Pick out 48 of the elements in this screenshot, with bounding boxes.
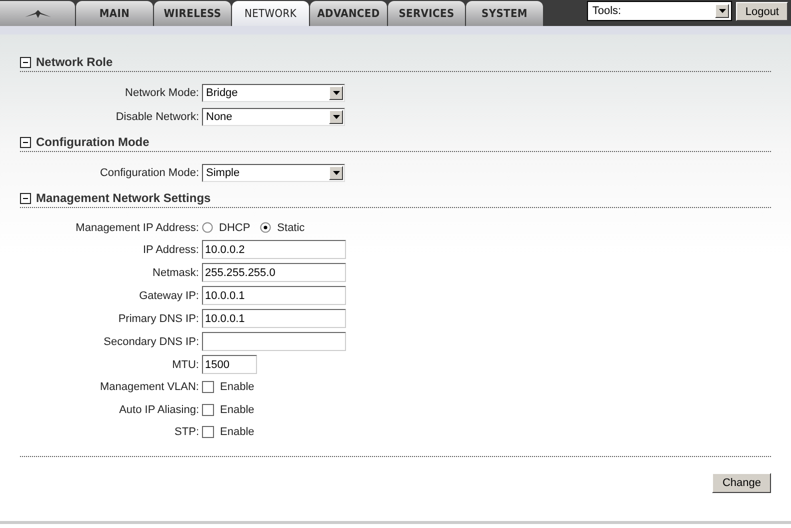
- nav-tab[interactable]: SERVICES: [388, 1, 465, 26]
- section-title: Management Network Settings: [36, 191, 211, 205]
- checkbox[interactable]: [202, 381, 214, 394]
- field-label: MTU:: [171, 358, 200, 370]
- field-label: Disable Network:: [114, 111, 200, 123]
- select-dropdown[interactable]: Simple: [202, 164, 345, 182]
- text-field[interactable]: 10.0.0.1: [202, 309, 346, 328]
- select-dropdown[interactable]: Bridge: [202, 84, 345, 102]
- collapse-icon[interactable]: [20, 136, 31, 148]
- antenna-logo-icon: [24, 10, 50, 18]
- field-label: Primary DNS IP:: [117, 312, 200, 324]
- text-field[interactable]: 255.255.255.0: [202, 263, 346, 282]
- radio-button[interactable]: [202, 222, 213, 233]
- text-field[interactable]: 1500: [202, 355, 257, 374]
- nav-tab[interactable]: MAIN: [76, 1, 153, 26]
- field-label: IP Address:: [142, 244, 200, 256]
- collapse-icon[interactable]: [20, 192, 31, 204]
- text-field[interactable]: 10.0.0.2: [202, 240, 346, 259]
- field-label: Auto IP Aliasing:: [118, 404, 200, 416]
- select-dropdown[interactable]: None: [202, 108, 345, 126]
- radio-label: Static: [277, 222, 305, 234]
- nav-tab[interactable]: NETWORK: [232, 1, 309, 26]
- checkbox-label: Enable: [220, 404, 254, 416]
- checkbox[interactable]: [202, 426, 214, 438]
- text-field[interactable]: [202, 332, 346, 351]
- field-label: STP:: [174, 426, 200, 438]
- tools-dropdown[interactable]: Tools:: [588, 2, 732, 20]
- field-label: Gateway IP:: [138, 290, 200, 302]
- text-field[interactable]: 10.0.0.1: [202, 286, 346, 305]
- change-button[interactable]: Change: [712, 472, 771, 492]
- checkbox[interactable]: [202, 404, 214, 416]
- field-label: Configuration Mode:: [98, 167, 200, 179]
- field-label: Management VLAN:: [98, 381, 200, 394]
- field-label: Netmask:: [152, 266, 200, 278]
- field-label: Network Mode:: [124, 87, 200, 99]
- checkbox-label: Enable: [220, 381, 254, 394]
- nav-tab[interactable]: ADVANCED: [310, 1, 387, 26]
- collapse-icon[interactable]: [20, 56, 31, 68]
- section-title: Network Role: [36, 55, 113, 69]
- section-title: Configuration Mode: [36, 135, 150, 149]
- nav-tab[interactable]: SYSTEM: [466, 1, 543, 26]
- nav-tab[interactable]: WIRELESS: [154, 1, 231, 26]
- field-label: Management IP Address:: [74, 222, 200, 234]
- radio-label: DHCP: [219, 222, 250, 234]
- field-label: Secondary DNS IP:: [102, 336, 200, 348]
- checkbox-label: Enable: [220, 426, 254, 438]
- radio-button[interactable]: [260, 222, 272, 233]
- logout-button[interactable]: Logout: [736, 2, 788, 21]
